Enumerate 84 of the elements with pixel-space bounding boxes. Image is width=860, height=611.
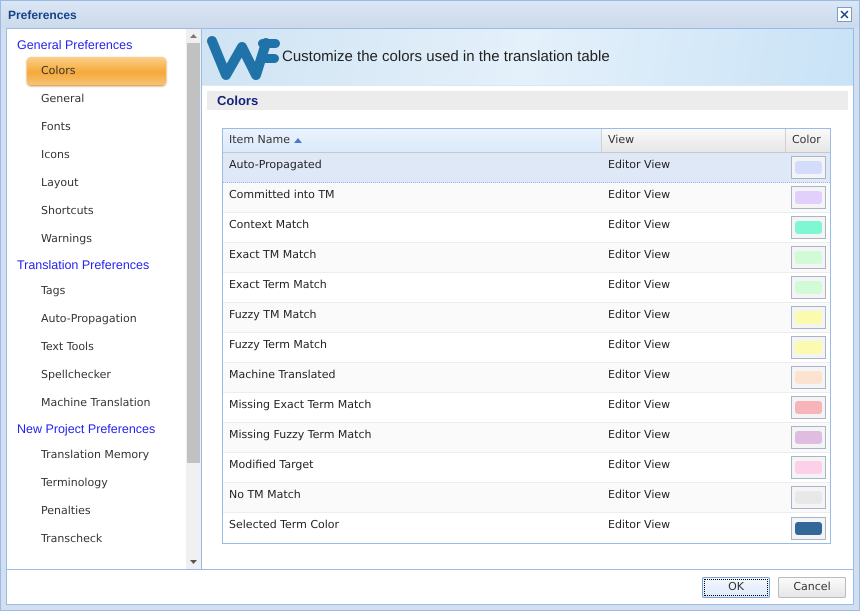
- color-swatch-button[interactable]: [790, 276, 826, 299]
- table-cell-text: Editor View: [607, 457, 672, 473]
- table-cell-text: Editor View: [607, 337, 672, 353]
- scrollbar-thumb[interactable]: [187, 43, 200, 463]
- sidebar-item[interactable]: Layout: [27, 169, 166, 197]
- table-row[interactable]: Exact TM Match Editor View: [223, 243, 830, 273]
- section-header: Colors: [207, 91, 848, 110]
- sidebar-item[interactable]: Translation Memory: [27, 441, 166, 469]
- table-cell-text: Fuzzy Term Match: [228, 337, 328, 353]
- color-swatch-button[interactable]: [790, 336, 826, 359]
- color-swatch-button[interactable]: [790, 456, 826, 479]
- close-button[interactable]: [837, 7, 852, 22]
- table-cell-text: Context Match: [228, 217, 310, 233]
- table-row[interactable]: Missing Exact Term Match Editor View: [223, 393, 830, 423]
- color-swatch-button[interactable]: [790, 246, 826, 269]
- color-swatch-button[interactable]: [790, 306, 826, 329]
- table-cell-text: Modified Target: [228, 457, 314, 473]
- sidebar-item[interactable]: Warnings: [27, 225, 166, 253]
- table-cell-text: Editor View: [607, 277, 672, 293]
- sidebar-item[interactable]: Fonts: [27, 113, 166, 141]
- table-row[interactable]: Exact Term Match Editor View: [223, 273, 830, 303]
- color-swatch-button[interactable]: [790, 516, 826, 540]
- sidebar-item[interactable]: Shortcuts: [27, 197, 166, 225]
- sidebar-item[interactable]: Spellchecker: [27, 361, 166, 389]
- sidebar-item[interactable]: Machine Translation: [27, 389, 166, 417]
- section-heading[interactable]: Translation Preferences: [17, 253, 186, 277]
- table-cell-text: Editor View: [607, 367, 672, 383]
- table-cell-text: Editor View: [607, 307, 672, 323]
- section-heading[interactable]: New Project Preferences: [17, 417, 186, 441]
- table-cell-text: Editor View: [607, 187, 672, 203]
- table-row[interactable]: Fuzzy Term Match Editor View: [223, 333, 830, 363]
- column-header[interactable]: Item Name: [223, 129, 602, 152]
- section-heading[interactable]: General Preferences: [17, 33, 186, 57]
- sidebar-item[interactable]: Text Tools: [27, 333, 166, 361]
- scrollbar[interactable]: [186, 29, 201, 569]
- table-cell-text: No TM Match: [228, 487, 302, 503]
- logo-icon: [206, 33, 280, 81]
- table-cell-text: Editor View: [607, 217, 672, 233]
- color-swatch-button[interactable]: [790, 426, 826, 449]
- column-header[interactable]: Color: [786, 129, 830, 152]
- table-row[interactable]: No TM Match Editor View: [223, 483, 830, 513]
- table-cell-text: Editor View: [607, 427, 672, 443]
- table-row[interactable]: Committed into TM Editor View: [223, 183, 830, 213]
- table-row[interactable]: Missing Fuzzy Term Match Editor View: [223, 423, 830, 453]
- table-row[interactable]: Context Match Editor View: [223, 213, 830, 243]
- sort-ascending-icon: [294, 138, 302, 143]
- color-swatch-button[interactable]: [790, 156, 826, 179]
- color-swatch-button[interactable]: [790, 366, 826, 389]
- table-row[interactable]: Auto-Propagated Editor View: [223, 153, 830, 183]
- table-cell-text: Missing Fuzzy Term Match: [228, 427, 372, 443]
- sidebar-item[interactable]: Penalties: [27, 497, 166, 525]
- banner-text: Customize the colors used in the translation table: [282, 46, 610, 67]
- table-cell-text: Fuzzy TM Match: [228, 307, 318, 323]
- table-cell-text: Exact TM Match: [228, 247, 318, 263]
- table-cell-text: Missing Exact Term Match: [228, 397, 372, 413]
- table-cell-text: Selected Term Color: [228, 517, 340, 533]
- cancel-button[interactable]: Cancel: [778, 576, 846, 598]
- ok-button[interactable]: OK: [702, 576, 770, 598]
- color-swatch-button[interactable]: [790, 186, 826, 209]
- table-cell-text: Committed into TM: [228, 187, 336, 203]
- table-cell-text: Auto-Propagated: [228, 157, 323, 173]
- color-swatch-button[interactable]: [790, 396, 826, 419]
- color-swatch-button[interactable]: [790, 216, 826, 239]
- sidebar-item[interactable]: Terminology: [27, 469, 166, 497]
- sidebar-item[interactable]: General: [27, 85, 166, 113]
- sidebar-item[interactable]: Auto-Propagation: [27, 305, 166, 333]
- table-cell-text: Machine Translated: [228, 367, 336, 383]
- table-row[interactable]: Machine Translated Editor View: [223, 363, 830, 393]
- close-icon: [840, 10, 849, 19]
- table-cell-text: Exact Term Match: [228, 277, 328, 293]
- table-cell-text: Editor View: [607, 157, 672, 173]
- table-row[interactable]: Fuzzy TM Match Editor View: [223, 303, 830, 333]
- column-header[interactable]: View: [602, 129, 786, 152]
- table-row[interactable]: Modified Target Editor View: [223, 453, 830, 483]
- sidebar-item[interactable]: Transcheck: [27, 525, 166, 553]
- sidebar-item[interactable]: Tags: [27, 277, 166, 305]
- sidebar-item[interactable]: Colors: [27, 57, 166, 85]
- color-swatch-button[interactable]: [790, 486, 826, 509]
- table-cell-text: Editor View: [607, 517, 672, 533]
- sidebar-item[interactable]: Icons: [27, 141, 166, 169]
- window-title: Preferences: [8, 6, 77, 24]
- table-cell-text: Editor View: [607, 247, 672, 263]
- table-cell-text: Editor View: [607, 487, 672, 503]
- table-cell-text: Editor View: [607, 397, 672, 413]
